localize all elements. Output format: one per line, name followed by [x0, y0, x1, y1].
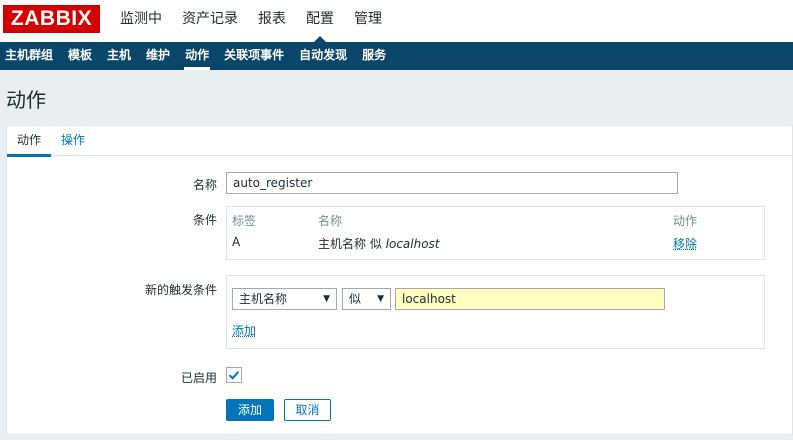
top-bar: ZABBIX 监测中 资产记录 报表 配置 管理 [0, 0, 793, 42]
form-tabs: 动作 操作 [7, 126, 792, 157]
top-menu-administration[interactable]: 管理 [344, 0, 392, 42]
top-menu-configuration[interactable]: 配置 [296, 0, 344, 42]
tab-action[interactable]: 动作 [7, 126, 52, 157]
conditions-header-tag: 标签 [232, 214, 257, 228]
conditions-label: 条件 [192, 213, 217, 227]
condition-value-input[interactable]: localhost [395, 288, 665, 310]
checkmark-icon [228, 371, 240, 380]
add-button[interactable]: 添加 [226, 399, 274, 421]
condition-operator-select[interactable]: 似 ▼ [342, 288, 391, 310]
sub-menu: 主机群组 模板 主机 维护 动作 关联项事件 自动发现 服务 [0, 42, 793, 70]
add-condition-link[interactable]: 添加 [232, 322, 256, 339]
condition-row-name: 主机名称 似 localhost [318, 237, 440, 251]
sub-menu-templates[interactable]: 模板 [61, 42, 100, 70]
top-menu-monitoring[interactable]: 监测中 [110, 0, 172, 42]
conditions-header-action: 动作 [673, 214, 698, 228]
top-menu-reports[interactable]: 报表 [248, 0, 296, 42]
sub-menu-discovery[interactable]: 自动发现 [292, 42, 355, 70]
top-menu-inventory[interactable]: 资产记录 [172, 0, 248, 42]
sub-menu-event-correlation[interactable]: 关联项事件 [217, 42, 292, 70]
action-form-panel: 动作 操作 名称 auto_register 条件 标签 名称 动作 A 主机名… [6, 125, 793, 435]
chevron-down-icon: ▼ [377, 294, 384, 304]
zabbix-logo[interactable]: ZABBIX [3, 5, 100, 33]
tab-operations[interactable]: 操作 [51, 126, 95, 156]
page-title: 动作 [6, 88, 46, 112]
condition-type-select[interactable]: 主机名称 ▼ [232, 288, 337, 310]
top-menu: 监测中 资产记录 报表 配置 管理 [110, 0, 392, 42]
new-condition-label: 新的触发条件 [144, 283, 217, 297]
chevron-down-icon: ▼ [323, 294, 330, 304]
sub-menu-services[interactable]: 服务 [355, 42, 394, 70]
new-condition-box: 主机名称 ▼ 似 ▼ localhost 添加 [226, 275, 765, 349]
condition-row-tag: A [232, 235, 241, 249]
sub-menu-hosts[interactable]: 主机 [100, 42, 139, 70]
sub-menu-host-groups[interactable]: 主机群组 [0, 42, 61, 70]
condition-remove-link[interactable]: 移除 [673, 235, 697, 252]
cancel-button[interactable]: 取消 [284, 399, 331, 421]
name-input[interactable]: auto_register [226, 172, 678, 194]
name-label: 名称 [192, 178, 217, 192]
sub-menu-actions[interactable]: 动作 [178, 42, 217, 70]
sub-menu-maintenance[interactable]: 维护 [139, 42, 178, 70]
enabled-label: 已启用 [180, 371, 217, 385]
conditions-header-name: 名称 [318, 214, 343, 228]
conditions-table: 标签 名称 动作 A 主机名称 似 localhost 移除 [226, 206, 765, 260]
enabled-checkbox[interactable] [226, 367, 242, 383]
